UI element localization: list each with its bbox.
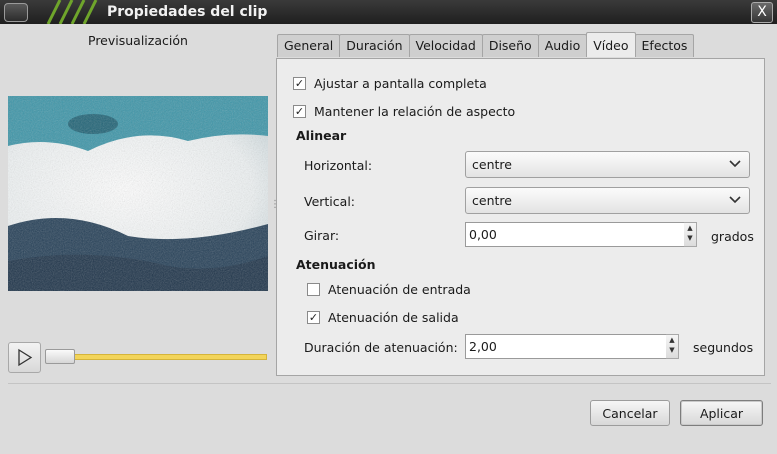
properties-tabs: General Duración Velocidad Diseño Audio …	[277, 32, 695, 58]
window-title: Propiedades del clip	[107, 4, 268, 20]
play-icon	[18, 348, 33, 367]
fade-duration-unit: segundos	[693, 340, 754, 355]
fade-out-checkbox[interactable]: ✓	[307, 311, 320, 324]
fade-heading: Atenuación	[296, 257, 376, 272]
fade-in-row[interactable]: Atenuación de entrada	[307, 282, 471, 297]
fade-out-row[interactable]: ✓ Atenuación de salida	[307, 310, 459, 325]
fit-fullscreen-checkbox[interactable]: ✓	[293, 77, 306, 90]
cancel-button[interactable]: Cancelar	[590, 400, 670, 426]
fade-duration-input[interactable]: 2,00	[465, 334, 667, 359]
align-heading: Alinear	[296, 128, 347, 143]
play-button[interactable]	[8, 342, 41, 373]
fit-fullscreen-row[interactable]: ✓ Ajustar a pantalla completa	[293, 76, 487, 91]
tab-video[interactable]: Vídeo	[586, 32, 636, 57]
close-button[interactable]: X	[751, 2, 773, 23]
preview-video-frame	[8, 96, 268, 291]
pane-splitter-handle[interactable]: ⋮	[270, 199, 280, 210]
fade-duration-spin-arrows[interactable]: ▲ ▼	[666, 334, 679, 359]
rotate-label: Girar:	[304, 228, 340, 243]
fade-in-label: Atenuación de entrada	[328, 282, 471, 297]
preview-seek-handle[interactable]	[45, 349, 75, 364]
chevron-down-icon	[729, 154, 741, 183]
tab-layout[interactable]: Diseño	[481, 34, 539, 57]
rotate-input[interactable]: 0,00	[465, 222, 685, 247]
dialog-separator	[8, 383, 771, 384]
fade-out-label: Atenuación de salida	[328, 310, 459, 325]
fit-fullscreen-label: Ajustar a pantalla completa	[314, 76, 487, 91]
chevron-down-icon	[729, 190, 741, 219]
title-bar[interactable]: Propiedades del clip X	[0, 0, 777, 24]
preview-label: Previsualización	[88, 33, 188, 48]
apply-button[interactable]: Aplicar	[680, 400, 763, 426]
tab-duration[interactable]: Duración	[339, 34, 410, 57]
clip-properties-dialog: Propiedades del clip X Previsualización	[0, 0, 777, 454]
tab-general[interactable]: General	[277, 34, 341, 57]
video-tab-panel: ✓ Ajustar a pantalla completa ✓ Mantener…	[276, 58, 765, 376]
tab-speed[interactable]: Velocidad	[408, 34, 483, 57]
keep-aspect-checkbox[interactable]: ✓	[293, 105, 306, 118]
fade-in-checkbox[interactable]	[307, 283, 320, 296]
horizontal-align-select[interactable]: centre	[465, 151, 750, 178]
horizontal-label: Horizontal:	[304, 158, 373, 173]
titlebar-stripes-decoration	[46, 0, 98, 24]
vertical-align-value: centre	[472, 193, 512, 208]
rotate-spin-arrows[interactable]: ▲ ▼	[684, 222, 697, 247]
window-menu-button[interactable]	[4, 3, 28, 22]
preview-seek-track[interactable]	[45, 354, 267, 360]
tab-effects[interactable]: Efectos	[634, 34, 695, 57]
rotate-unit: grados	[711, 229, 754, 244]
tab-audio[interactable]: Audio	[537, 34, 588, 57]
fade-duration-label: Duración de atenuación:	[304, 340, 458, 355]
keep-aspect-row[interactable]: ✓ Mantener la relación de aspecto	[293, 104, 515, 119]
vertical-align-select[interactable]: centre	[465, 187, 750, 214]
vertical-label: Vertical:	[304, 194, 356, 209]
horizontal-align-value: centre	[472, 157, 512, 172]
keep-aspect-label: Mantener la relación de aspecto	[314, 104, 516, 119]
